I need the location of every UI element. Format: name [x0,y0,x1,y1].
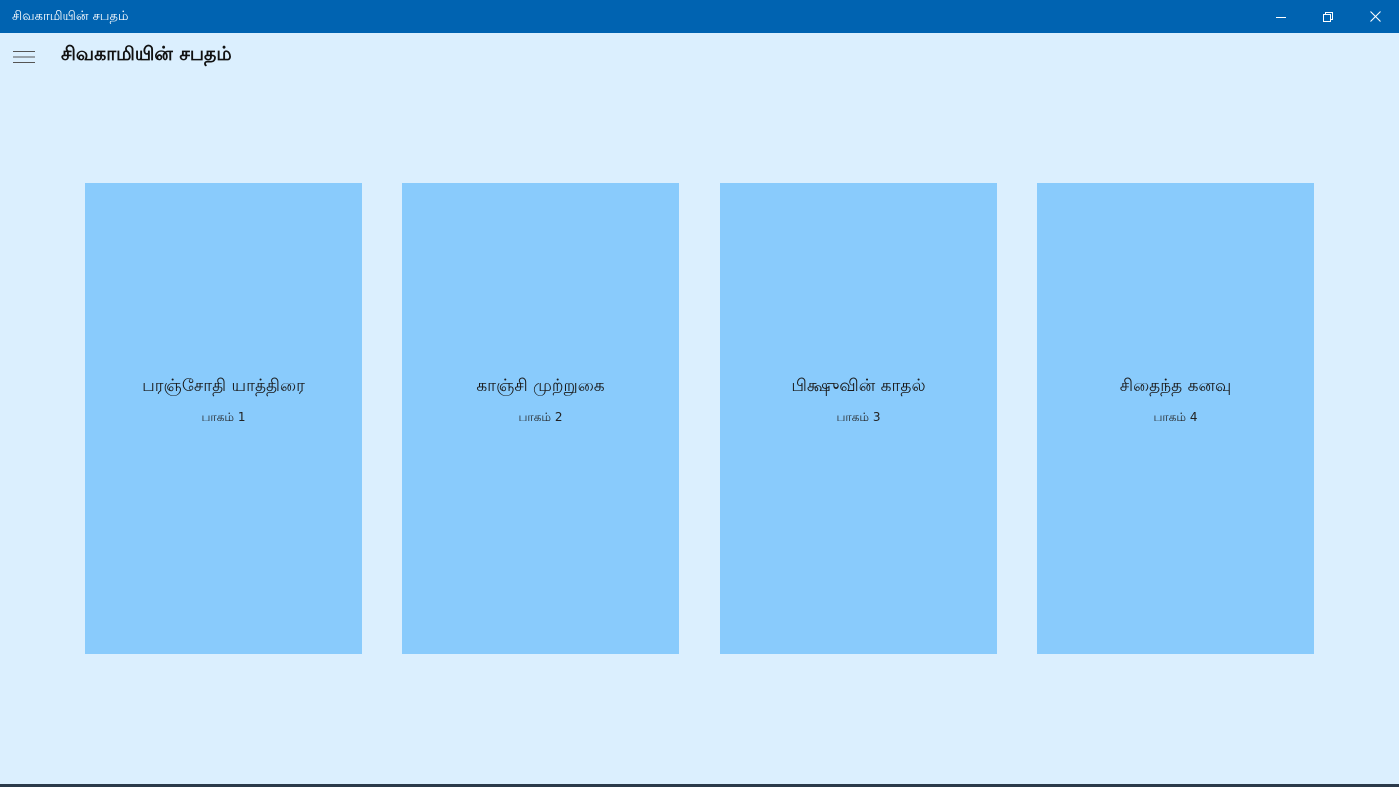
page-title: சிவகாமியின் சபதம் [61,43,232,65]
card-title: சிதைந்த கனவு [1119,376,1232,396]
hamburger-menu-button[interactable] [6,39,42,75]
window-title: சிவகாமியின் சபதம் [12,9,129,24]
card-subtitle: பாகம் 2 [518,410,563,424]
app-bar: சிவகாமியின் சபதம் [0,33,1399,83]
card-subtitle: பாகம் 1 [201,410,246,424]
hamburger-menu-icon [13,51,35,63]
restore-button[interactable] [1305,0,1351,33]
card-subtitle: பாகம் 3 [836,410,881,424]
book-card-part-3[interactable]: பிக்ஷுவின் காதல் பாகம் 3 [720,183,997,654]
close-button[interactable] [1352,0,1398,33]
minimize-icon [1276,16,1286,18]
card-title: பரஞ்சோதி யாத்திரை [142,376,305,396]
book-card-part-4[interactable]: சிதைந்த கனவு பாகம் 4 [1037,183,1314,654]
restore-icon [1323,11,1333,22]
book-cards-grid: பரஞ்சோதி யாத்திரை பாகம் 1 காஞ்சி முற்றுக… [0,183,1399,655]
card-title: காஞ்சி முற்றுகை [476,376,605,396]
book-card-part-1[interactable]: பரஞ்சோதி யாத்திரை பாகம் 1 [85,183,362,654]
title-bar: சிவகாமியின் சபதம் [0,0,1399,33]
close-icon [1369,11,1381,22]
card-subtitle: பாகம் 4 [1153,410,1198,424]
card-title: பிக்ஷுவின் காதல் [791,376,926,396]
minimize-button[interactable] [1258,0,1304,33]
book-card-part-2[interactable]: காஞ்சி முற்றுகை பாகம் 2 [402,183,679,654]
